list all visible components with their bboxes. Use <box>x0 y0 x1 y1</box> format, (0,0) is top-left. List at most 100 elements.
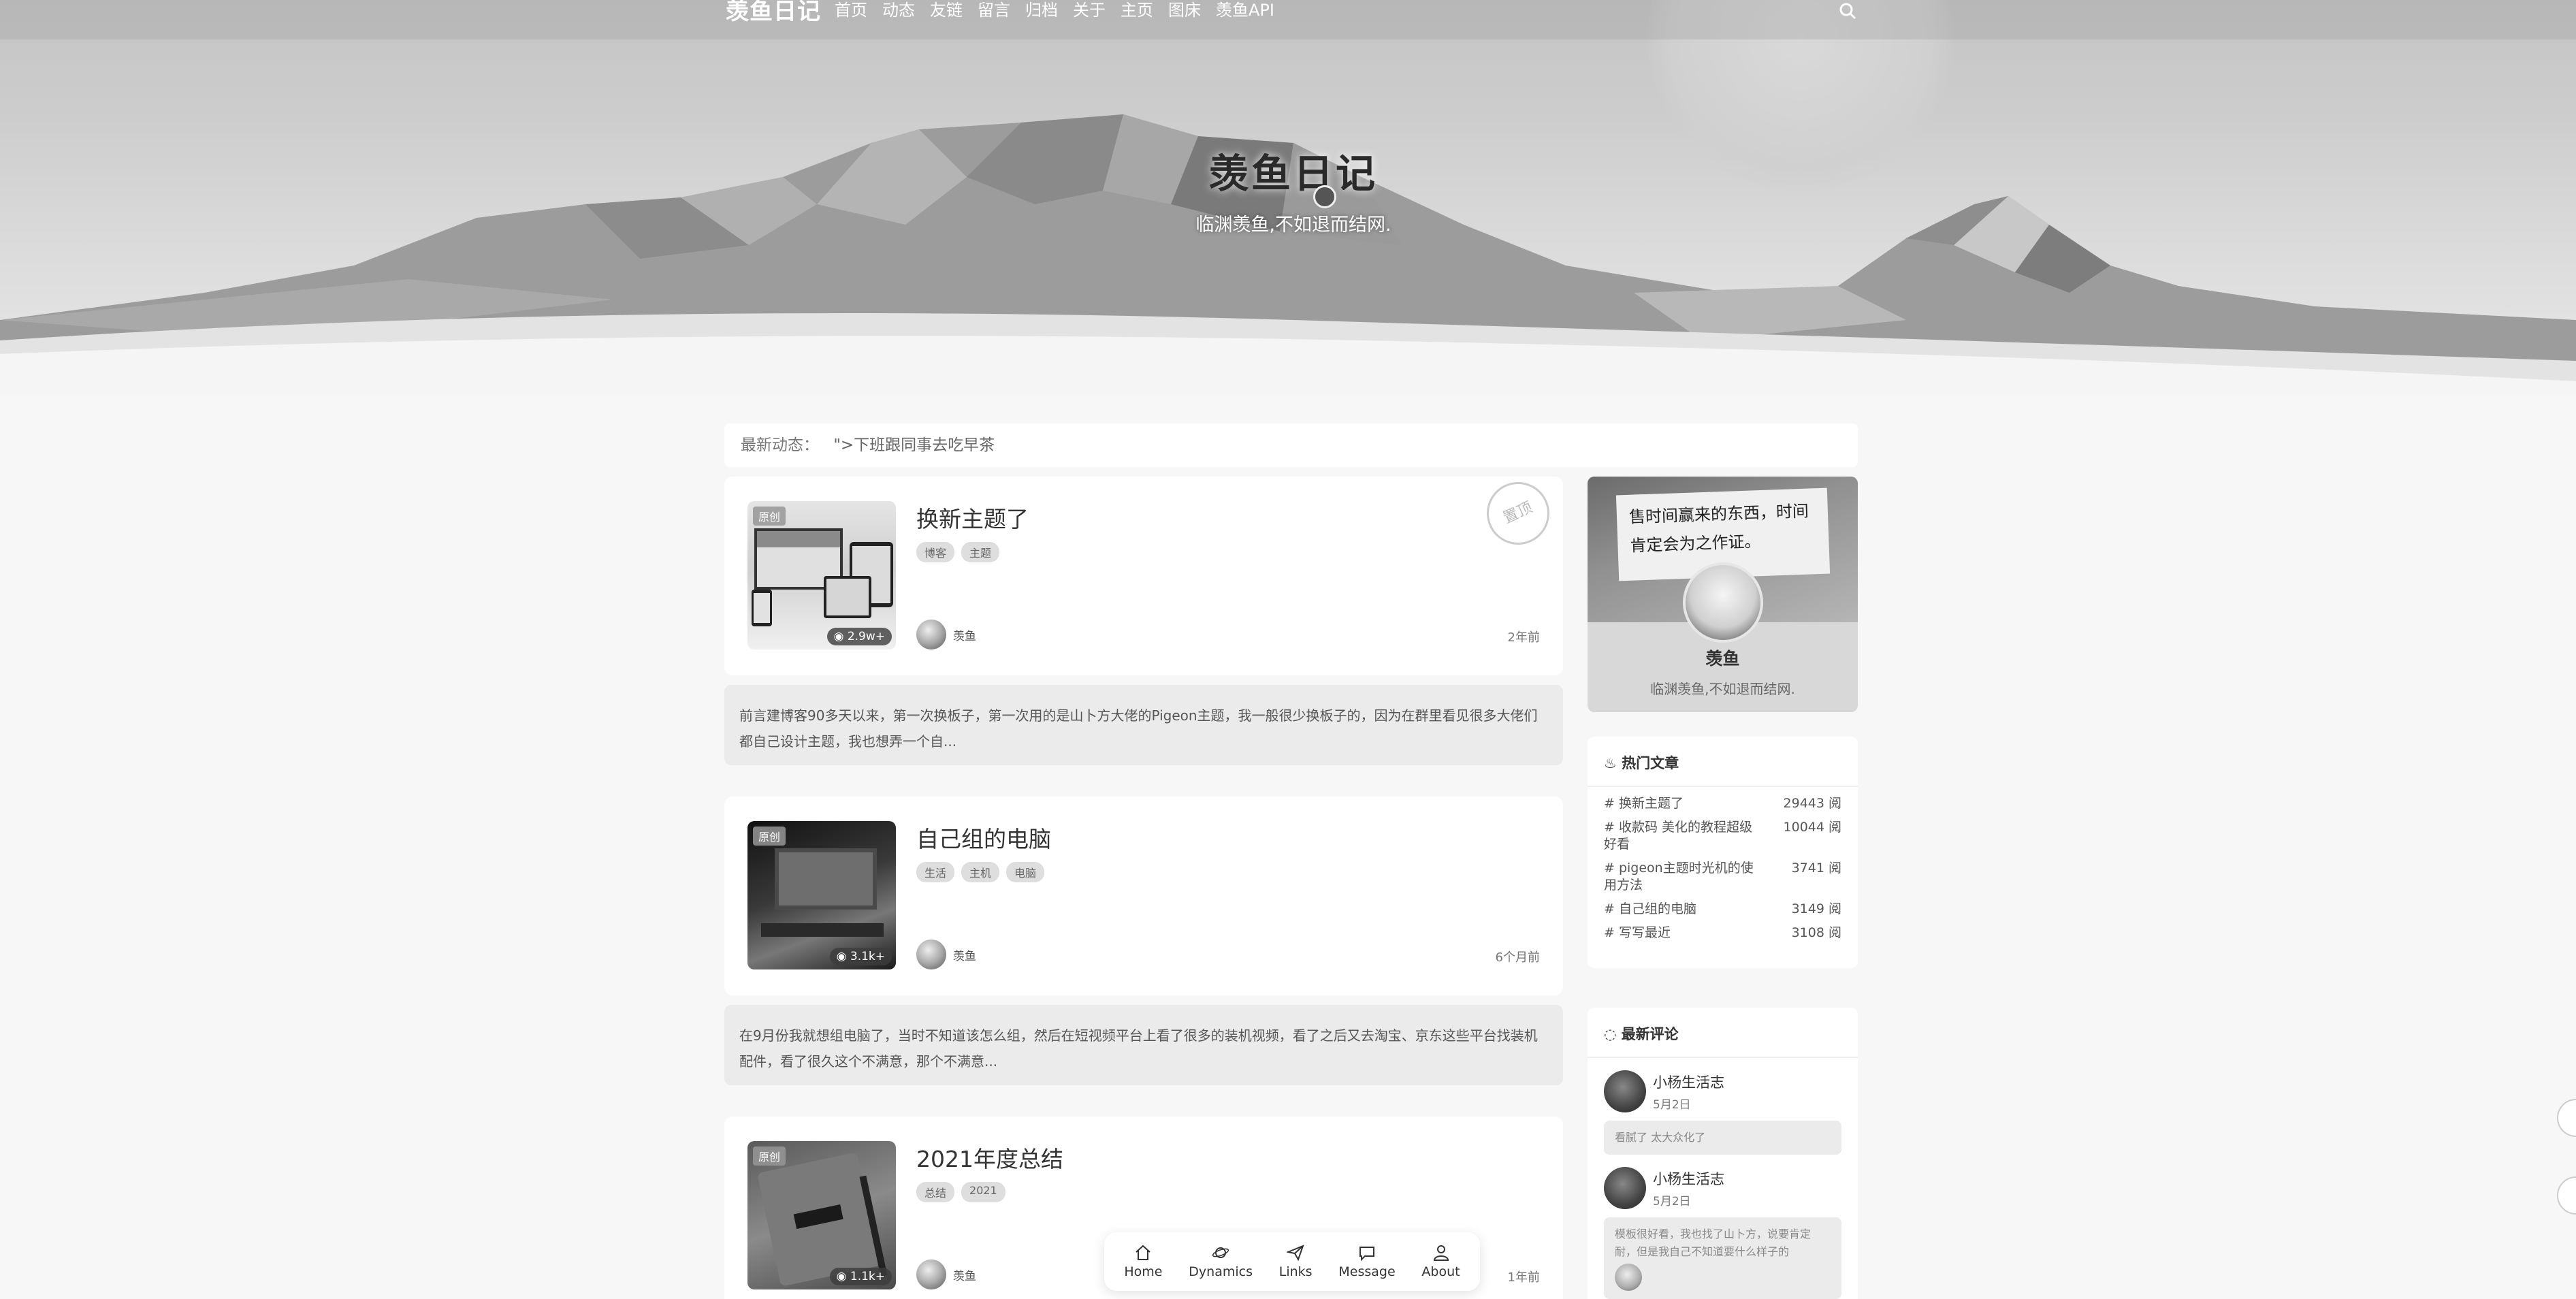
avatar <box>916 1260 946 1289</box>
nav-item-about[interactable]: 关于 <box>1073 0 1106 23</box>
nav-item-message[interactable]: 留言 <box>978 0 1010 23</box>
search-icon[interactable] <box>1838 1 1857 20</box>
dock-about-label: About <box>1421 1264 1460 1279</box>
original-badge: 原创 <box>753 827 786 846</box>
site-brand[interactable]: 羡鱼日记 <box>726 0 821 23</box>
dock-home[interactable]: Home <box>1124 1244 1163 1279</box>
nav-item-home[interactable]: 首页 <box>835 0 867 23</box>
hot-article-title[interactable]: # 换新主题了 <box>1604 795 1754 812</box>
nav-item-links[interactable]: 友链 <box>930 0 963 23</box>
author-name: 羡鱼 <box>953 1269 976 1283</box>
view-count: ◉ 3.1k+ <box>829 948 892 965</box>
nav-item-image-host[interactable]: 图床 <box>1168 0 1201 23</box>
avatar[interactable] <box>1683 562 1763 643</box>
post-thumbnail[interactable]: 原创 ◉ 1.1k+ <box>747 1141 896 1289</box>
openai-icon <box>1313 185 1336 208</box>
dock-links[interactable]: Links <box>1279 1244 1313 1279</box>
nav-item-archive[interactable]: 归档 <box>1025 0 1058 23</box>
planet-icon <box>1212 1247 1229 1258</box>
comment-item[interactable]: 小杨生活志 5月2日 模板很好看，我也找了山卜方，说要肯定耐，但是我自己不知道要… <box>1588 1155 1858 1299</box>
profile-card: 售时间赢来的东西，时间肯定会为之作证。 羡鱼 临渊羡鱼,不如退而结网. <box>1588 477 1858 712</box>
hot-article-title[interactable]: # 写写最近 <box>1604 925 1754 942</box>
dock-message-label: Message <box>1338 1264 1396 1279</box>
post-tag[interactable]: 电脑 <box>1006 862 1045 882</box>
post-tag[interactable]: 生活 <box>916 862 955 882</box>
post-tags: 博客 主题 <box>916 542 1006 562</box>
view-count-value: 3.1k+ <box>850 950 885 963</box>
dock-message[interactable]: Message <box>1338 1244 1396 1279</box>
post-title[interactable]: 2021年度总结 <box>916 1141 1063 1174</box>
comment-body-text: 模板很好看，我也找了山卜方，说要肯定耐，但是我自己不知道要什么样子的 <box>1615 1228 1812 1258</box>
hot-article-views: 3108 阅 <box>1791 925 1841 940</box>
comment-author[interactable]: 小杨生活志 <box>1653 1072 1724 1092</box>
nav-item-homepage[interactable]: 主页 <box>1121 0 1153 23</box>
original-badge: 原创 <box>753 507 786 526</box>
post-card[interactable]: 原创 ◉ 3.1k+ 自己组的电脑 生活 主机 电脑 羡鱼 6个月前 <box>724 797 1563 995</box>
post-card[interactable]: 原创 ◉ 2.9w+ 换新主题了 博客 主题 羡鱼 2年前 置顶 <box>724 471 1563 675</box>
nav-item-dynamics[interactable]: 动态 <box>882 0 915 23</box>
post-title[interactable]: 换新主题了 <box>916 501 1029 534</box>
dock-links-label: Links <box>1278 1264 1313 1279</box>
hot-article-title[interactable]: # pigeon主题时光机的使用方法 <box>1604 860 1754 894</box>
dock-dynamics[interactable]: Dynamics <box>1189 1244 1253 1279</box>
post-tags: 总结 2021 <box>916 1182 1012 1202</box>
hero-banner: 羡鱼日记 临渊羡鱼,不如退而结网. <box>0 0 2576 395</box>
post-tags: 生活 主机 电脑 <box>916 862 1051 882</box>
post-tag[interactable]: 博客 <box>916 542 955 562</box>
latest-comments-widget: ◌ 最新评论 小杨生活志 5月2日 看腻了 太大众化了 小杨生活志 5月2日 模… <box>1588 1008 1858 1299</box>
hot-articles-title: 热门文章 <box>1622 755 1679 771</box>
comment-body[interactable]: 看腻了 太大众化了 <box>1604 1121 1841 1155</box>
author-name: 羡鱼 <box>953 629 976 643</box>
avatar[interactable] <box>1604 1070 1646 1112</box>
settings-float-button[interactable] <box>2557 1176 2576 1215</box>
latest-comments-header: ◌ 最新评论 <box>1588 1008 1858 1058</box>
post-tag[interactable]: 2021 <box>961 1182 1005 1202</box>
comment-date: 5月2日 <box>1653 1194 1691 1208</box>
author-name: 羡鱼 <box>953 949 976 963</box>
hot-article-item[interactable]: # 自己组的电脑 3149 阅 <box>1604 901 1841 918</box>
latest-dynamic-bar[interactable]: 最新动态： ">下班跟同事去吃早茶 <box>724 423 1858 467</box>
original-badge: 原创 <box>753 1146 786 1166</box>
post-title[interactable]: 自己组的电脑 <box>916 821 1051 854</box>
dock-dynamics-label: Dynamics <box>1189 1264 1253 1279</box>
post-tag[interactable]: 主机 <box>961 862 1000 882</box>
post-thumbnail[interactable]: 原创 ◉ 3.1k+ <box>747 821 896 969</box>
view-count: ◉ 1.1k+ <box>829 1268 892 1285</box>
comment-body[interactable]: 模板很好看，我也找了山卜方，说要肯定耐，但是我自己不知道要什么样子的 <box>1604 1217 1841 1299</box>
hot-article-item[interactable]: # 收款码 美化的教程超级好看 10044 阅 <box>1604 819 1841 853</box>
top-navbar: 羡鱼日记 首页 动态 友链 留言 归档 关于 主页 图床 羡鱼API <box>0 0 2576 39</box>
comment-icon: ◌ <box>1604 1026 1617 1042</box>
hot-articles-list: # 换新主题了 29443 阅 # 收款码 美化的教程超级好看 10044 阅 … <box>1588 787 1858 957</box>
avatar <box>916 620 946 650</box>
post-author: 羡鱼 <box>916 940 976 969</box>
nav-item-api[interactable]: 羡鱼API <box>1216 0 1274 23</box>
fire-icon: ♨ <box>1604 755 1617 771</box>
pinned-stamp: 置顶 <box>1476 471 1560 556</box>
user-icon <box>1433 1245 1449 1261</box>
post-tag[interactable]: 总结 <box>916 1182 955 1202</box>
hot-article-views: 3149 阅 <box>1791 901 1841 916</box>
avatar[interactable] <box>1604 1167 1646 1209</box>
hot-article-item[interactable]: # pigeon主题时光机的使用方法 3741 阅 <box>1604 860 1841 894</box>
latest-dynamic-text[interactable]: ">下班跟同事去吃早茶 <box>833 436 995 454</box>
comment-author[interactable]: 小杨生活志 <box>1653 1168 1724 1189</box>
post-excerpt: 在9月份我就想组电脑了，当时不知道该怎么组，然后在短视频平台上看了很多的装机视频… <box>724 1005 1563 1085</box>
hot-article-title[interactable]: # 自己组的电脑 <box>1604 901 1754 918</box>
hot-article-item[interactable]: # 换新主题了 29443 阅 <box>1604 795 1841 812</box>
view-count-value: 1.1k+ <box>850 1270 885 1283</box>
comment-date: 5月2日 <box>1653 1097 1691 1112</box>
comment-item[interactable]: 小杨生活志 5月2日 看腻了 太大众化了 <box>1588 1058 1858 1155</box>
bottom-dock: Home Dynamics Links Message About <box>1104 1232 1480 1291</box>
hot-article-views: 3741 阅 <box>1791 861 1841 876</box>
emoji-sticker <box>1615 1264 1642 1291</box>
hot-article-item[interactable]: # 写写最近 3108 阅 <box>1604 925 1841 942</box>
profile-description: 临渊羡鱼,不如退而结网. <box>1650 681 1795 697</box>
post-thumbnail[interactable]: 原创 ◉ 2.9w+ <box>747 501 896 650</box>
latest-dynamic-label: 最新动态： <box>741 436 819 454</box>
dock-about[interactable]: About <box>1421 1244 1460 1279</box>
hot-article-title[interactable]: # 收款码 美化的教程超级好看 <box>1604 819 1754 853</box>
post-author: 羡鱼 <box>916 1260 976 1289</box>
post-tag[interactable]: 主题 <box>961 542 1000 562</box>
side-float-button[interactable] <box>2557 1099 2576 1137</box>
hero-title: 羡鱼日记 <box>1208 150 1378 197</box>
